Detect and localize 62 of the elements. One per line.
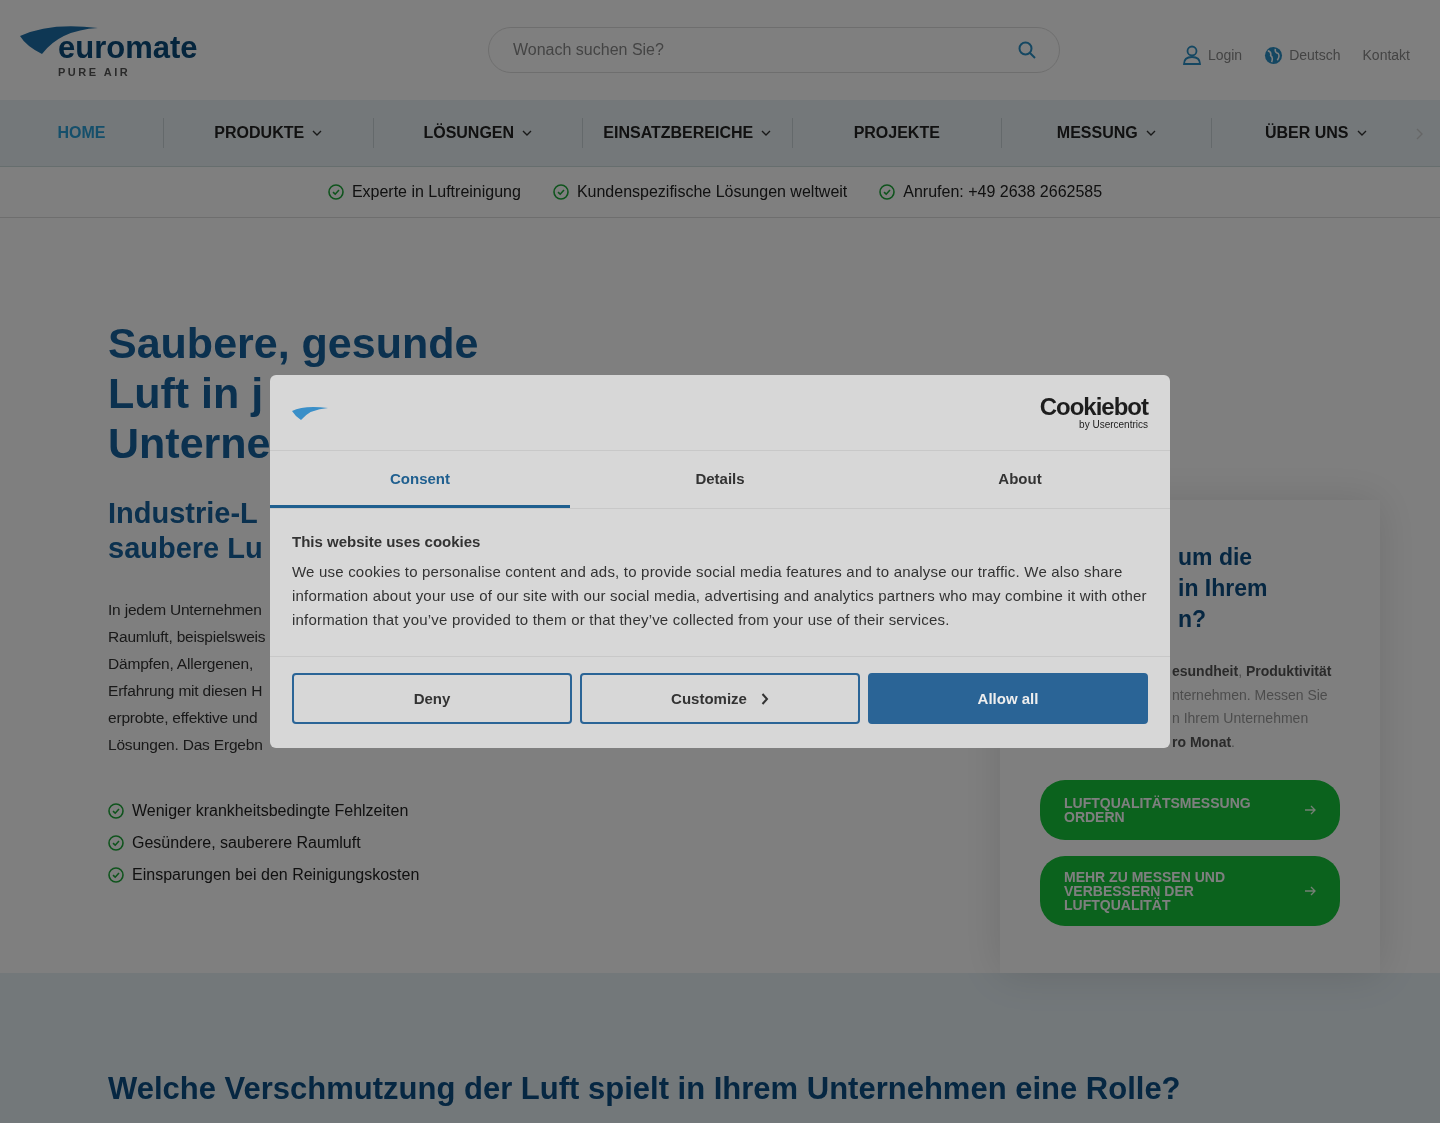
check-circle-icon	[327, 184, 344, 200]
dialog-tab[interactable]: About	[870, 451, 1170, 508]
login-link[interactable]: Login	[1181, 45, 1243, 65]
usp-text: Kundenspezifische Lösungen weltweit	[576, 183, 848, 201]
chevron-down-icon	[761, 130, 772, 136]
customize-button[interactable]: Customize	[580, 673, 860, 724]
usp-text: Experte in Luftreinigung	[351, 183, 521, 201]
logo-tagline: PURE AIR	[58, 66, 132, 78]
deny-button[interactable]: Deny	[292, 673, 572, 724]
chevron-down-icon	[1145, 130, 1156, 136]
hero-subtitle: saubere Lu	[108, 531, 263, 566]
check-circle-icon	[879, 184, 896, 200]
nav-item[interactable]: MESSUNG	[1002, 124, 1211, 142]
chevron-right-icon	[760, 692, 769, 705]
arrow-right-icon	[1304, 805, 1316, 815]
brand-byline: by Usercentrics	[1079, 419, 1148, 430]
nav-item[interactable]: EINSATZBEREICHE	[583, 124, 792, 142]
check-circle-icon	[108, 867, 124, 883]
globe-icon	[1264, 45, 1284, 65]
hero-subtitle: Industrie-L	[108, 496, 258, 531]
dialog-tab[interactable]: Consent	[270, 451, 570, 508]
nav-item[interactable]: PROJEKTE	[792, 124, 1001, 142]
user-icon	[1181, 45, 1202, 65]
chevron-down-icon	[522, 130, 533, 136]
search-icon[interactable]	[1018, 41, 1036, 59]
hero-paragraph: Erfahrung mit diesen H	[108, 681, 263, 701]
card-title: in Ihrem	[1178, 574, 1268, 603]
section-title: Welche Verschmutzung der Luft spielt in Ihrem Unternehmen eine Rolle?	[108, 1071, 1182, 1107]
logo-wordmark[interactable]: euromate	[58, 32, 220, 64]
benefit-text: Gesündere, sauberere Raumluft	[132, 834, 361, 852]
hero-title: Unterne	[108, 418, 271, 468]
chevron-down-icon	[1356, 130, 1367, 136]
usp-text: Anrufen: +49 2638 2662585	[903, 183, 1103, 201]
dialog-tab[interactable]: Details	[570, 451, 870, 508]
check-circle-icon	[108, 835, 124, 851]
search-field[interactable]: Wonach suchen Sie?	[488, 27, 1060, 73]
check-circle-icon	[108, 803, 124, 819]
nav-item[interactable]: LÖSUNGEN	[373, 124, 582, 142]
contact-link[interactable]: Kontakt	[1362, 47, 1410, 63]
hero-paragraph: Lösungen. Das Ergebn	[108, 735, 263, 755]
benefit-text: Weniger krankheitsbedingte Fehlzeiten	[132, 802, 409, 820]
hero-title: Luft in j	[108, 368, 264, 418]
nav-item[interactable]: ÜBER UNS	[1211, 124, 1420, 142]
arrow-right-icon	[1304, 886, 1316, 896]
hero-paragraph: Raumluft, beispielsweis	[108, 627, 266, 647]
card-text: esundheit, Produktivität	[1172, 662, 1332, 681]
check-circle-icon	[552, 184, 569, 200]
allow-all-button[interactable]: Allow all	[868, 673, 1148, 724]
nav-item[interactable]: PRODUKTE	[164, 124, 373, 142]
hero-title: Saubere, gesunde	[108, 318, 479, 368]
brand-name: Cookiebot	[1039, 395, 1148, 419]
dialog-text: We use cookies to personalise content and ads, to provide social media features and to analyse our traffic. We also share information about your use of our site with our social media, advertising and analytics partners who may combine it with other information that you’ve provided to them or that they’ve collected from your use of their services.	[292, 562, 1148, 630]
hero-paragraph: erprobte, effektive und	[108, 708, 258, 728]
dialog-heading: This website uses cookies	[292, 533, 482, 550]
card-title: n?	[1178, 605, 1207, 634]
card-text: ro Monat.	[1172, 732, 1235, 752]
card-title: um die	[1178, 543, 1253, 572]
benefit-text: Einsparungen bei den Reinigungskosten	[132, 866, 420, 884]
chevron-down-icon	[312, 130, 323, 136]
language-link[interactable]: Deutsch	[1264, 45, 1341, 65]
hero-paragraph: In jedem Unternehmen	[108, 600, 262, 620]
hero-paragraph: Dämpfen, Allergenen,	[108, 654, 254, 674]
